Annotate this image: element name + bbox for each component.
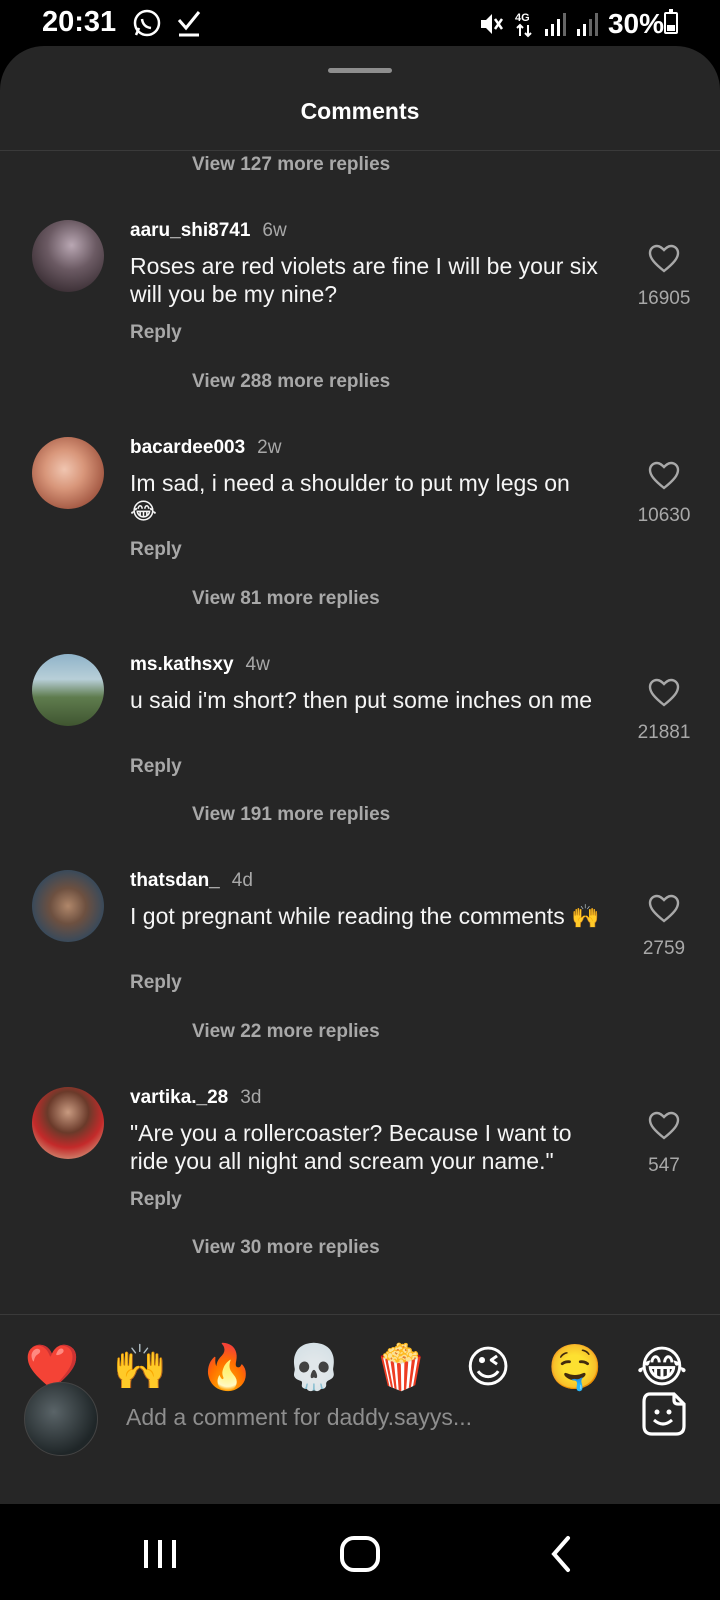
view-more-replies-button[interactable]: View 81 more replies — [192, 588, 380, 610]
comment-age: 6w — [262, 220, 287, 241]
comment-header: thatsdan_ 4d — [130, 870, 253, 892]
comment-text: Roses are red violets are fine I will be… — [130, 253, 598, 307]
avatar[interactable] — [32, 870, 104, 942]
comments-sheet: Comments View 127 more replies aaru_shi8… — [0, 46, 720, 1504]
username[interactable]: bacardee003 — [130, 437, 245, 458]
like-count: 16905 — [637, 288, 691, 309]
system-nav-bar — [0, 1504, 720, 1600]
status-time: 20:31 — [42, 6, 117, 38]
username[interactable]: vartika._28 — [130, 1087, 228, 1108]
emoji-raising-hands[interactable]: 🙌 — [110, 1338, 170, 1398]
comment-age: 2w — [257, 437, 282, 458]
view-more-replies-button[interactable]: View 191 more replies — [192, 804, 390, 826]
comment-header: bacardee003 2w — [130, 437, 281, 459]
heart-icon[interactable] — [648, 461, 680, 491]
comment-input[interactable] — [124, 1396, 598, 1438]
like-count: 21881 — [637, 722, 691, 743]
view-more-replies-button[interactable]: View 30 more replies — [192, 1237, 380, 1259]
view-more-replies-button[interactable]: View 22 more replies — [192, 1021, 380, 1043]
heart-icon[interactable] — [648, 678, 680, 708]
emoji-popcorn[interactable]: 🍿 — [371, 1338, 431, 1398]
reply-button[interactable]: Reply — [130, 972, 182, 994]
recent-apps-icon[interactable] — [138, 1532, 182, 1576]
emoji-joy[interactable]: 😂 — [632, 1338, 692, 1398]
system-icons: 4G 30% — [478, 8, 664, 40]
emoji-drool[interactable]: 🤤 — [545, 1338, 605, 1398]
view-more-replies-button[interactable]: View 127 more replies — [192, 154, 390, 176]
signal-icon-2 — [576, 13, 598, 36]
emoji-skull[interactable]: 💀 — [284, 1338, 344, 1398]
like-count: 2759 — [642, 938, 686, 959]
emoji-fire[interactable]: 🔥 — [197, 1338, 257, 1398]
reply-button[interactable]: Reply — [130, 1189, 182, 1211]
mute-icon — [480, 14, 503, 34]
reply-button[interactable]: Reply — [130, 539, 182, 561]
comment-age: 4w — [245, 654, 270, 675]
comment-age: 3d — [240, 1087, 262, 1108]
svg-text:4G: 4G — [515, 12, 530, 24]
comment-text: "Are you a rollercoaster? Because I want… — [130, 1120, 572, 1174]
battery-percent: 30% — [607, 8, 664, 39]
heart-icon[interactable] — [648, 1111, 680, 1141]
comment-text: I got pregnant while reading the comment… — [130, 903, 600, 929]
reply-button[interactable]: Reply — [130, 756, 182, 778]
sticker-icon[interactable] — [640, 1390, 688, 1438]
network-4g-icon: 4G — [515, 12, 532, 38]
home-icon[interactable] — [338, 1532, 382, 1576]
heart-icon[interactable] — [648, 244, 680, 274]
back-icon[interactable] — [540, 1532, 584, 1576]
avatar[interactable] — [32, 1087, 104, 1159]
reply-button[interactable]: Reply — [130, 322, 182, 344]
username[interactable]: thatsdan_ — [130, 870, 220, 891]
comment-header: aaru_shi8741 6w — [130, 220, 287, 242]
like-count: 10630 — [637, 505, 691, 526]
avatar[interactable] — [32, 654, 104, 726]
comment-age: 4d — [231, 870, 253, 891]
comment-header: vartika._28 3d — [130, 1087, 261, 1109]
sheet-drag-handle[interactable] — [328, 68, 392, 73]
whatsapp-icon — [133, 9, 161, 37]
battery-icon — [664, 9, 678, 34]
avatar[interactable] — [32, 437, 104, 509]
sheet-title: Comments — [300, 98, 420, 124]
status-bar: 20:31 4G 30% — [0, 0, 720, 46]
emoji-bar-divider — [0, 1314, 720, 1315]
title-divider — [0, 150, 720, 151]
check-download-icon — [177, 11, 201, 37]
heart-icon[interactable] — [648, 894, 680, 924]
comment-header: ms.kathsxy 4w — [130, 654, 270, 676]
username[interactable]: aaru_shi8741 — [130, 220, 250, 241]
comment-text: u said i'm short? then put some inches o… — [130, 687, 593, 713]
username[interactable]: ms.kathsxy — [130, 654, 234, 675]
notification-icons — [132, 8, 202, 38]
current-user-avatar — [24, 1382, 98, 1456]
comment-text: Im sad, i need a shoulder to put my legs… — [130, 470, 570, 524]
avatar[interactable] — [32, 220, 104, 292]
signal-icon-1 — [544, 13, 566, 36]
emoji-quick-bar: ❤️ 🙌 🔥 💀 🍿 😉 🤤 😂 — [0, 1338, 720, 1398]
view-more-replies-button[interactable]: View 288 more replies — [192, 371, 390, 393]
emoji-wink[interactable]: 😉 — [458, 1338, 518, 1398]
like-count: 547 — [648, 1155, 680, 1176]
